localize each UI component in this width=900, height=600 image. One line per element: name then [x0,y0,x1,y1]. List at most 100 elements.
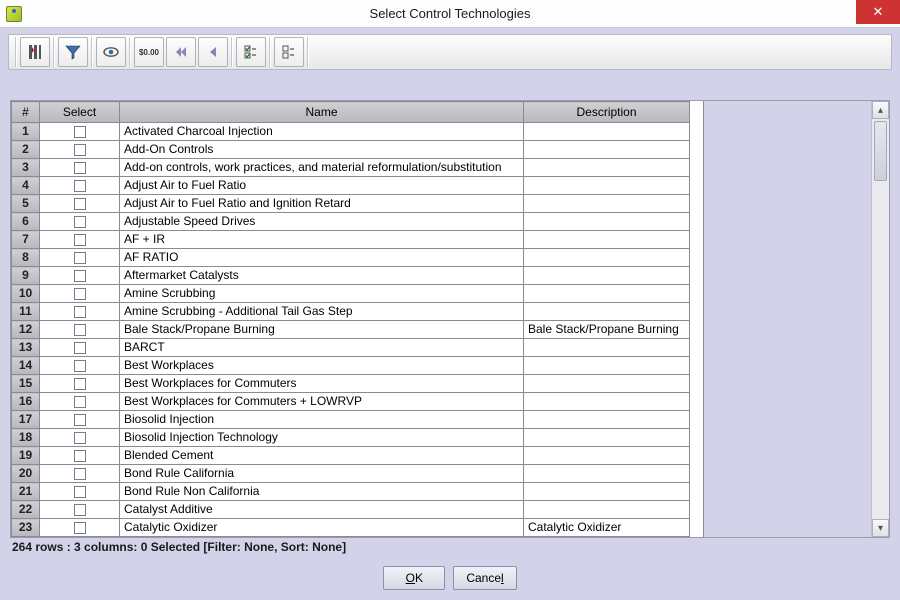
checkbox[interactable] [74,414,86,426]
select-cell[interactable] [40,429,120,447]
format-icon: $0.00 [139,48,159,57]
table-scroll[interactable]: # Select Name Description 1Activated Cha… [11,101,703,537]
filter-button[interactable] [58,37,88,67]
select-cell[interactable] [40,519,120,537]
select-cell[interactable] [40,537,120,538]
select-cell[interactable] [40,285,120,303]
col-header-name[interactable]: Name [120,102,524,123]
checkbox[interactable] [74,360,86,372]
table-row[interactable]: 16Best Workplaces for Commuters + LOWRVP [12,393,690,411]
checkbox[interactable] [74,234,86,246]
nav-prev-button[interactable] [198,37,228,67]
select-cell[interactable] [40,411,120,429]
data-table: # Select Name Description 1Activated Cha… [11,101,690,537]
table-row[interactable]: 20Bond Rule California [12,465,690,483]
checkbox[interactable] [74,270,86,282]
row-number: 6 [12,213,40,231]
table-row[interactable]: 12Bale Stack/Propane BurningBale Stack/P… [12,321,690,339]
checkbox[interactable] [74,288,86,300]
description-cell [524,249,690,267]
select-cell[interactable] [40,123,120,141]
table-row[interactable]: 6Adjustable Speed Drives [12,213,690,231]
select-cell[interactable] [40,357,120,375]
description-cell [524,285,690,303]
checkbox[interactable] [74,306,86,318]
checkbox[interactable] [74,342,86,354]
show-hide-button[interactable] [96,37,126,67]
select-cell[interactable] [40,231,120,249]
col-header-description[interactable]: Description [524,102,690,123]
select-cell[interactable] [40,321,120,339]
scroll-up-icon[interactable]: ▴ [872,101,889,119]
table-row[interactable]: 4Adjust Air to Fuel Ratio [12,177,690,195]
table-row[interactable]: 14Best Workplaces [12,357,690,375]
format-button[interactable]: $0.00 [134,37,164,67]
select-cell[interactable] [40,267,120,285]
clear-all-button[interactable] [274,37,304,67]
table-row[interactable]: 5Adjust Air to Fuel Ratio and Ignition R… [12,195,690,213]
row-number: 7 [12,231,40,249]
table-row[interactable]: 17Biosolid Injection [12,411,690,429]
checkbox[interactable] [74,504,86,516]
checkbox[interactable] [74,252,86,264]
select-cell[interactable] [40,339,120,357]
select-cell[interactable] [40,177,120,195]
col-header-select[interactable]: Select [40,102,120,123]
select-cell[interactable] [40,501,120,519]
select-all-button[interactable] [236,37,266,67]
table-row[interactable]: 15Best Workplaces for Commuters [12,375,690,393]
scroll-thumb[interactable] [874,121,887,181]
table-row[interactable]: 22Catalyst Additive [12,501,690,519]
checkbox[interactable] [74,162,86,174]
checkbox[interactable] [74,324,86,336]
table-row[interactable]: 7AF + IR [12,231,690,249]
table-row[interactable]: 24CEM Upgrade and Increased Monitoring F… [12,537,690,538]
select-cell[interactable] [40,141,120,159]
checkbox[interactable] [74,216,86,228]
vertical-scrollbar[interactable]: ▴ ▾ [871,101,889,537]
table-row[interactable]: 1Activated Charcoal Injection [12,123,690,141]
col-header-num[interactable]: # [12,102,40,123]
select-cell[interactable] [40,375,120,393]
checkbox[interactable] [74,486,86,498]
table-row[interactable]: 10Amine Scrubbing [12,285,690,303]
table-row[interactable]: 19Blended Cement [12,447,690,465]
ok-button[interactable]: OK [383,566,445,590]
table-row[interactable]: 18Biosolid Injection Technology [12,429,690,447]
checkbox[interactable] [74,468,86,480]
checkbox[interactable] [74,522,86,534]
checkbox[interactable] [74,378,86,390]
nav-first-button[interactable] [166,37,196,67]
select-cell[interactable] [40,195,120,213]
table-row[interactable]: 23Catalytic OxidizerCatalytic Oxidizer [12,519,690,537]
select-cell[interactable] [40,303,120,321]
select-cell[interactable] [40,249,120,267]
table-row[interactable]: 8AF RATIO [12,249,690,267]
select-cell[interactable] [40,393,120,411]
select-cell[interactable] [40,447,120,465]
checkbox[interactable] [74,180,86,192]
checkbox[interactable] [74,450,86,462]
checkbox[interactable] [74,126,86,138]
table-row[interactable]: 9Aftermarket Catalysts [12,267,690,285]
cancel-button[interactable]: Cancel [453,566,516,590]
close-button[interactable]: ✕ [856,0,900,24]
select-cell[interactable] [40,465,120,483]
columns-button[interactable] [20,37,50,67]
checkbox[interactable] [74,432,86,444]
checkbox[interactable] [74,198,86,210]
description-cell [524,303,690,321]
table-row[interactable]: 21Bond Rule Non California [12,483,690,501]
table-row[interactable]: 3Add-on controls, work practices, and ma… [12,159,690,177]
select-cell[interactable] [40,213,120,231]
select-cell[interactable] [40,159,120,177]
checkbox[interactable] [74,396,86,408]
checkbox[interactable] [74,144,86,156]
table-row[interactable]: 2Add-On Controls [12,141,690,159]
description-cell [524,465,690,483]
scroll-down-icon[interactable]: ▾ [872,519,889,537]
table-row[interactable]: 11Amine Scrubbing - Additional Tail Gas … [12,303,690,321]
select-cell[interactable] [40,483,120,501]
toolbar-separator [307,37,309,67]
table-row[interactable]: 13BARCT [12,339,690,357]
